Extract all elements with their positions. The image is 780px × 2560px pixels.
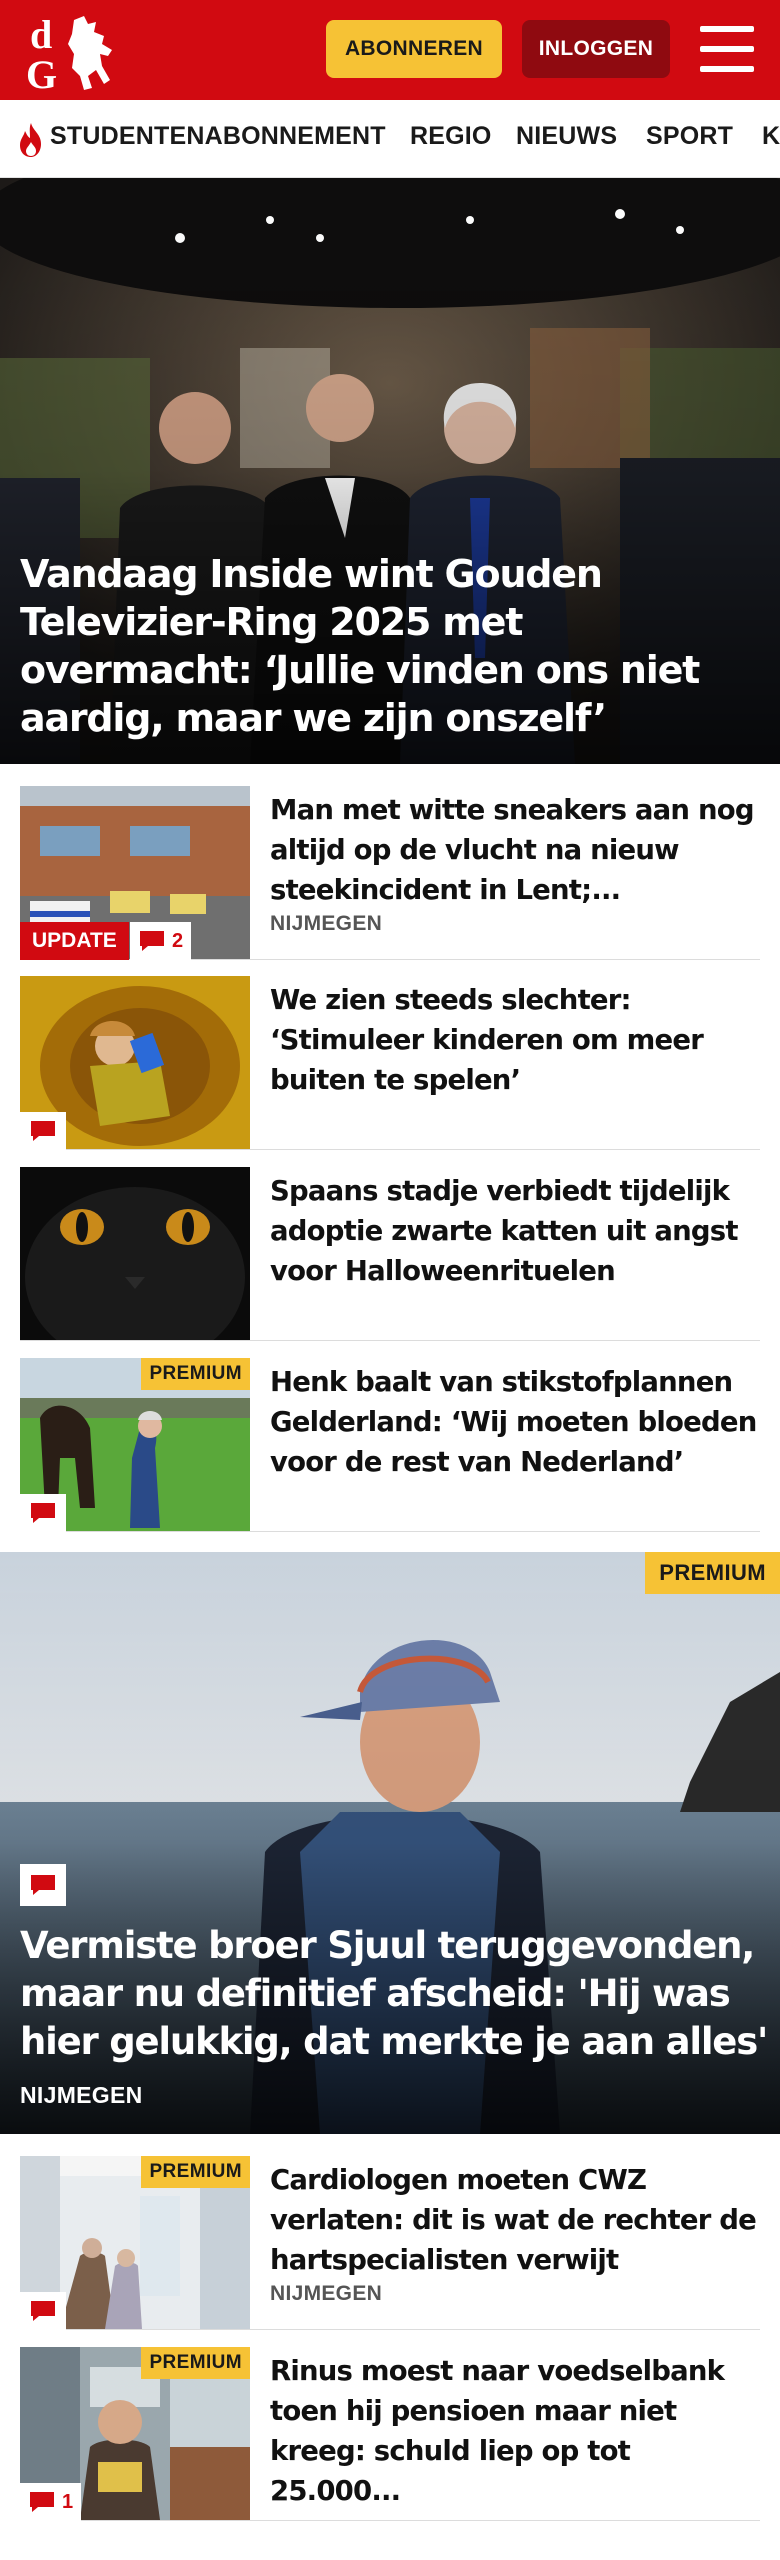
section-nav: STUDENTENABONNEMENT REGIO NIEUWS SPORT K <box>0 100 780 178</box>
article-title[interactable]: Cardiologen moeten CWZ verlaten: dit is … <box>270 2160 760 2280</box>
feature-category: NIJMEGEN <box>20 2082 143 2108</box>
article-title[interactable]: Henk baalt van stikstofplannen Gelderlan… <box>270 1362 760 1482</box>
login-button[interactable]: INLOGGEN <box>522 20 670 78</box>
feature-headline[interactable]: Vermiste broer Sjuul teruggevonden, maar… <box>20 1922 770 2066</box>
comment-icon <box>31 1503 55 1523</box>
hamburger-menu-icon[interactable] <box>700 26 754 72</box>
comment-indicator[interactable] <box>20 1864 66 1906</box>
subscribe-button[interactable]: ABONNEREN <box>326 20 502 78</box>
article-category: NIJMEGEN <box>270 912 383 935</box>
premium-badge: PREMIUM <box>141 1358 250 1390</box>
comment-icon <box>31 1121 55 1141</box>
nav-item-nieuws[interactable]: NIEUWS <box>516 122 617 151</box>
site-header: d G ABONNEREN INLOGGEN <box>0 0 780 100</box>
article-title[interactable]: We zien steeds slechter: ‘Stimuleer kind… <box>270 980 760 1100</box>
article-item[interactable]: Spaans stadje verbiedt tijdelijk adoptie… <box>20 1167 760 1341</box>
flame-icon <box>20 123 41 157</box>
comment-indicator[interactable]: 2 <box>130 922 192 960</box>
comment-indicator[interactable] <box>20 2292 66 2330</box>
nav-item-regio[interactable]: REGIO <box>410 122 492 151</box>
feature-article[interactable]: PREMIUM Vermiste broer Sjuul teruggevond… <box>0 1552 780 2134</box>
hero-article[interactable]: Vandaag Inside wint Gouden Televizier-Ri… <box>0 178 780 764</box>
svg-text:G: G <box>26 52 57 92</box>
svg-text:d: d <box>30 12 52 57</box>
comment-icon <box>30 2492 54 2512</box>
hero-headline[interactable]: Vandaag Inside wint Gouden Televizier-Ri… <box>20 550 765 742</box>
comment-count: 2 <box>172 929 184 952</box>
comment-count: 1 <box>62 2490 74 2513</box>
premium-badge: PREMIUM <box>141 2156 250 2188</box>
article-item[interactable]: UPDATE 2 Man met witte sneakers aan nog … <box>20 786 760 960</box>
article-title[interactable]: Rinus moest naar voedselbank toen hij pe… <box>270 2351 760 2511</box>
premium-badge: PREMIUM <box>645 1552 780 1594</box>
article-item[interactable]: PREMIUM Cardiologen moeten CWZ verlaten:… <box>20 2156 760 2330</box>
site-logo[interactable]: d G <box>22 10 122 97</box>
comment-indicator[interactable] <box>20 1494 66 1532</box>
comment-indicator[interactable] <box>20 1112 66 1150</box>
premium-badge: PREMIUM <box>141 2347 250 2379</box>
comment-icon <box>31 1875 55 1895</box>
article-title[interactable]: Man met witte sneakers aan nog altijd op… <box>270 790 760 910</box>
update-label: UPDATE <box>32 929 117 952</box>
article-title[interactable]: Spaans stadje verbiedt tijdelijk adoptie… <box>270 1171 760 1291</box>
nav-item-studentenabonnement[interactable]: STUDENTENABONNEMENT <box>50 122 386 151</box>
article-category: NIJMEGEN <box>270 2282 383 2305</box>
update-badge: UPDATE <box>20 922 129 960</box>
nav-item-sport[interactable]: SPORT <box>646 122 733 151</box>
comment-icon <box>140 931 164 951</box>
article-item[interactable]: We zien steeds slechter: ‘Stimuleer kind… <box>20 976 760 1150</box>
comment-indicator[interactable]: 1 <box>20 2483 82 2521</box>
article-item[interactable]: PREMIUM 1 Rinus moest naar voedselbank t… <box>20 2347 760 2521</box>
article-thumbnail <box>20 1167 250 1340</box>
nav-item-overflow[interactable]: K <box>762 122 780 151</box>
article-item[interactable]: PREMIUM Henk baalt van stikstofplannen G… <box>20 1358 760 1532</box>
comment-icon <box>31 2301 55 2321</box>
